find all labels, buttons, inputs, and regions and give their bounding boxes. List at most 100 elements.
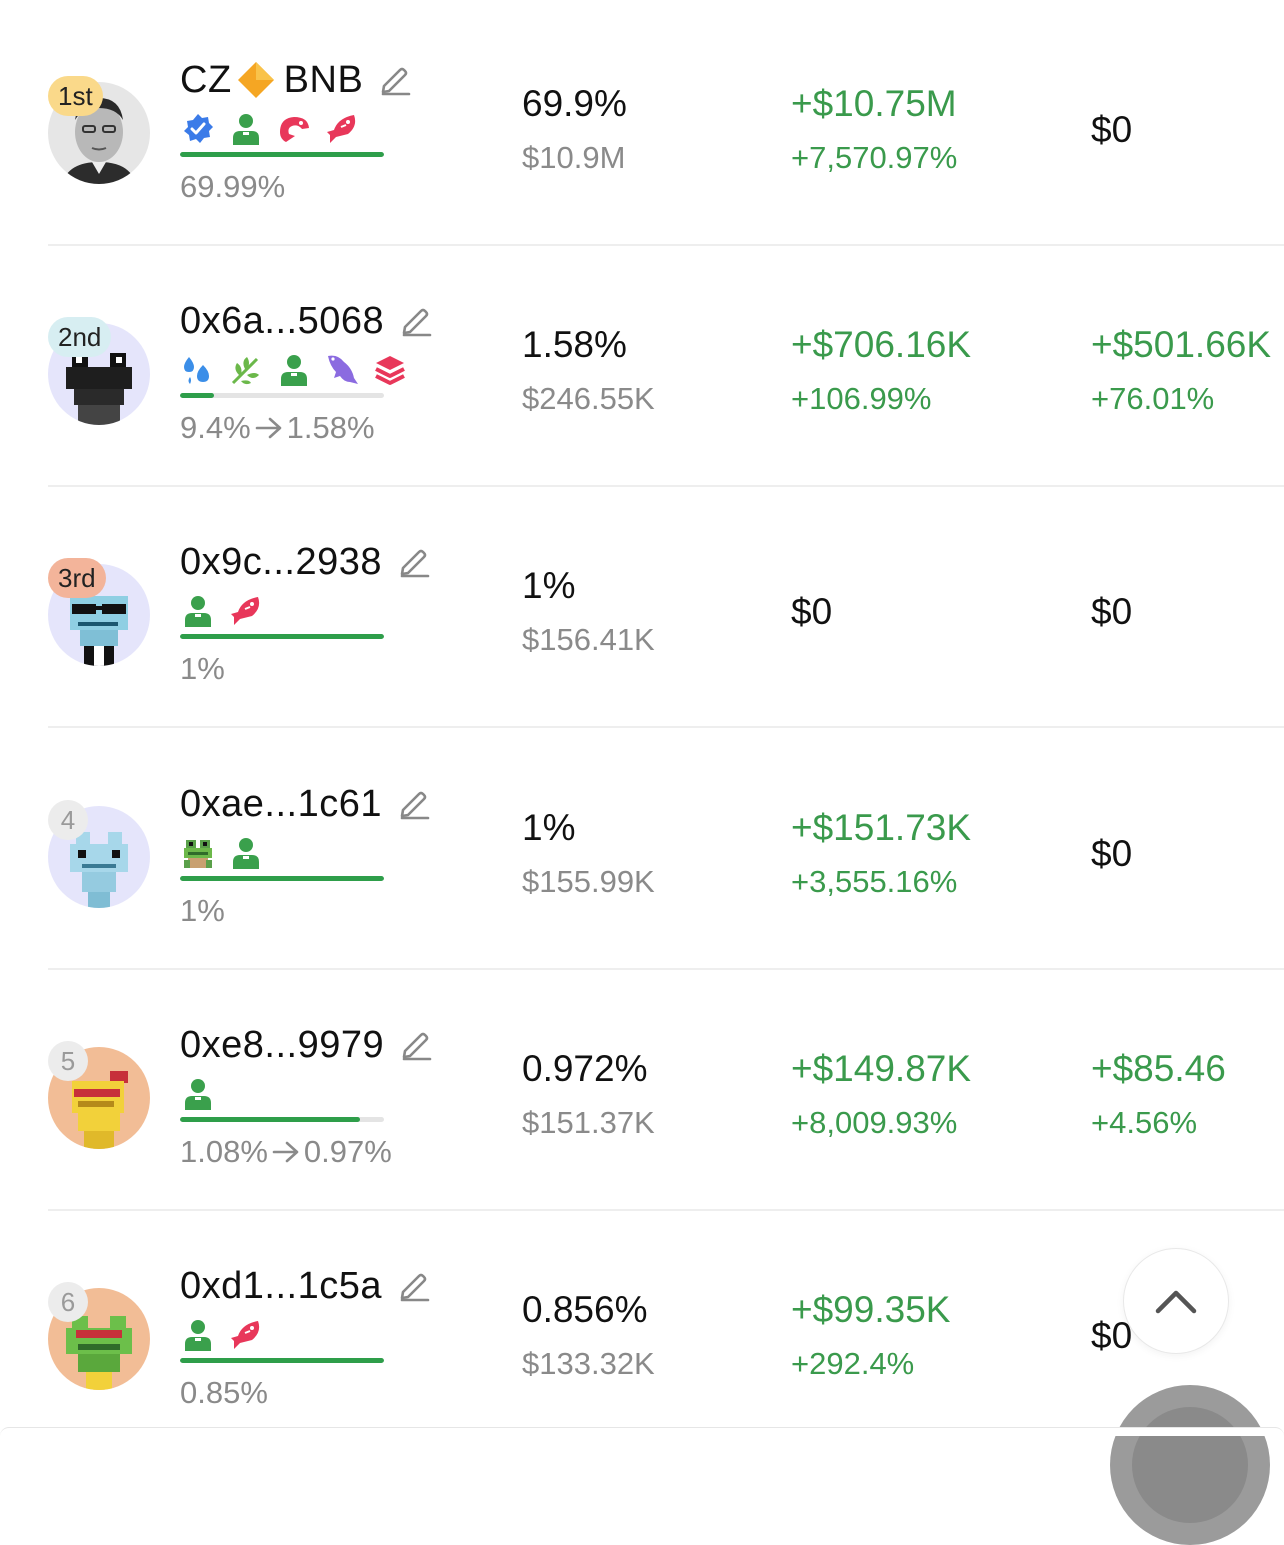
holding-progress-fill (180, 393, 215, 398)
layers-icon (372, 352, 408, 388)
rank-badge: 2nd (48, 317, 112, 357)
holder-name-line: 0xe8...9979 (180, 1022, 432, 1068)
dolphin-icon (324, 352, 360, 388)
holding-value: $133.32K (522, 1346, 655, 1381)
holding-value: $151.37K (522, 1105, 655, 1140)
holder-tags (180, 593, 276, 629)
holding-change: 1% (180, 893, 225, 929)
holding-value: $156.41K (522, 622, 655, 657)
pnl-percent: +106.99% (791, 381, 932, 416)
holding-change: 0.85% (180, 1375, 268, 1411)
holder-address[interactable]: 0xae...1c61 (180, 783, 382, 826)
holding-change: 69.99% (180, 169, 285, 205)
holder-tags (180, 1317, 276, 1353)
holder-row[interactable]: 3rd 0x9c...2938 1% 1% $156.41K $0 $0 (0, 487, 1284, 728)
supply-percent: 0.972% (522, 1048, 648, 1089)
holder-row[interactable]: 5 0xe8...9979 1.08% 0.97% 0.972% $151.37K +$14… (0, 970, 1284, 1211)
user-icon (180, 1317, 216, 1353)
edit-icon[interactable] (398, 546, 430, 578)
user-icon (228, 111, 264, 147)
row-divider (48, 726, 1284, 728)
holding-progress-bar (180, 1358, 384, 1363)
fish-icon (324, 111, 360, 147)
pnl-amount: +$99.35K (791, 1289, 951, 1330)
unrealized-pnl-percent: +76.01% (1091, 381, 1215, 416)
holding-progress-bar (180, 1117, 384, 1122)
pnl-percent: +7,570.97% (791, 140, 958, 175)
edit-icon[interactable] (398, 1270, 430, 1302)
holder-tags (180, 352, 420, 388)
holding-percent-now: 0.97% (303, 1134, 392, 1169)
holder-row[interactable]: 2nd 0x6a...5068 9.4% 1.58% 1.58% $246.55K +$70… (0, 246, 1284, 487)
holder-address[interactable]: 0xe8...9979 (180, 1024, 384, 1067)
supply-percent: 1.58% (522, 324, 627, 365)
edit-icon[interactable] (398, 788, 430, 820)
pnl-amount: +$10.75M (791, 83, 957, 124)
holding-progress-fill (180, 152, 384, 157)
rank-badge: 6 (48, 1282, 88, 1322)
holding-progress-bar (180, 634, 384, 639)
shrimp-icon (276, 111, 312, 147)
holder-tags (180, 835, 276, 871)
bnb-diamond-icon (236, 60, 276, 100)
holder-name-line: 0xae...1c61 (180, 781, 430, 827)
holder-name-line: 0x9c...2938 (180, 539, 430, 585)
holder-address[interactable]: 0xd1...1c5a (180, 1265, 382, 1308)
holder-address[interactable]: 0x6a...5068 (180, 300, 384, 343)
verified-badge-icon (180, 111, 216, 147)
holding-value: $10.9M (522, 140, 626, 175)
holder-row[interactable]: 4 0xae...1c61 1% 1% $155.99K +$151.73K +3,555.… (0, 729, 1284, 970)
chevron-up-icon (1154, 1287, 1198, 1315)
unrealized-pnl-percent: +4.56% (1091, 1105, 1198, 1140)
edit-icon[interactable] (400, 1029, 432, 1061)
frog-icon (180, 835, 216, 871)
holder-row[interactable]: 6 0xd1...1c5a 0.85% 0.856% $133.32K +$99.35K +… (0, 1211, 1284, 1435)
unrealized-pnl-amount: +$501.66K (1091, 324, 1272, 365)
holding-percent: 1.08% (180, 1134, 268, 1169)
fish-icon (228, 593, 264, 629)
holding-change: 9.4% 1.58% (180, 410, 375, 446)
holding-value: $155.99K (522, 864, 655, 899)
rank-badge: 3rd (48, 558, 106, 598)
user-icon (180, 1076, 216, 1112)
holding-progress-fill (180, 876, 384, 881)
holding-percent: 0.85% (180, 1375, 268, 1410)
holding-change: 1.08% 0.97% (180, 1134, 392, 1170)
edit-icon[interactable] (379, 64, 411, 96)
supply-percent: 69.9% (522, 83, 627, 124)
unrealized-pnl-amount: +$85.46 (1091, 1048, 1226, 1089)
rank-badge: 5 (48, 1041, 88, 1081)
pnl-amount: +$151.73K (791, 807, 972, 848)
holding-percent: 69.99% (180, 169, 286, 204)
unrealized-pnl-amount: $0 (1091, 109, 1133, 150)
scroll-to-top-button[interactable] (1123, 1248, 1229, 1354)
pnl-percent: +292.4% (791, 1346, 915, 1381)
edit-icon[interactable] (400, 305, 432, 337)
leaf-icon (228, 352, 264, 388)
user-icon (180, 593, 216, 629)
holder-tags (180, 1076, 228, 1112)
chain-label: BNB (283, 58, 364, 101)
holder-name-line: 0x6a...5068 (180, 298, 432, 344)
holding-progress-fill (180, 1117, 360, 1122)
holder-address[interactable]: CZ (180, 59, 232, 102)
holding-change: 1% (180, 651, 225, 687)
holder-row[interactable]: 1st CZ BNB 69.99% 69.9% $10.9M +$10.75M +7,570.… (0, 5, 1284, 246)
droplets-icon (180, 352, 216, 388)
pnl-amount: +$149.87K (791, 1048, 972, 1089)
holding-progress-fill (180, 634, 384, 639)
unrealized-pnl-amount: $0 (1091, 591, 1133, 632)
floating-action-button[interactable] (1110, 1385, 1270, 1545)
holding-value: $246.55K (522, 381, 655, 416)
unrealized-pnl-amount: $0 (1091, 1315, 1133, 1356)
pnl-percent: +3,555.16% (791, 864, 958, 899)
user-icon (276, 352, 312, 388)
holding-progress-bar (180, 876, 384, 881)
rank-badge: 4 (48, 800, 88, 840)
supply-percent: 1% (522, 807, 576, 848)
holder-address[interactable]: 0x9c...2938 (180, 541, 382, 584)
unrealized-pnl-amount: $0 (1091, 833, 1133, 874)
pnl-amount: $0 (791, 591, 833, 632)
holding-progress-bar (180, 152, 384, 157)
arrow-right-icon (272, 1140, 300, 1164)
